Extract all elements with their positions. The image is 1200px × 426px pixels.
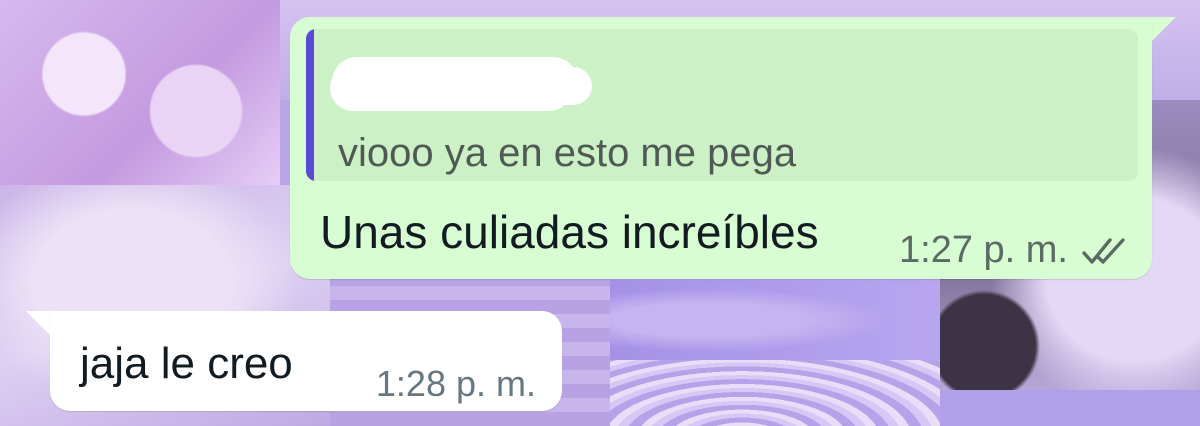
quote-accent-bar (306, 29, 314, 181)
incoming-message-time: 1:28 p. m. (375, 363, 536, 404)
wallpaper-tile (940, 390, 1200, 426)
outgoing-bubble-tail (1150, 17, 1176, 43)
quoted-message-text: viooo ya en esto me pega (338, 131, 797, 175)
outgoing-message-text: Unas culiadas increíbles (320, 206, 819, 258)
outgoing-message-meta: 1:27 p. m. (899, 229, 1128, 272)
outgoing-message-bubble[interactable]: viooo ya en esto me pega Unas culiadas i… (290, 17, 1152, 279)
quote-author-redacted (332, 57, 578, 107)
quoted-message[interactable]: viooo ya en esto me pega (306, 29, 1138, 181)
double-check-icon (1082, 237, 1125, 264)
outgoing-message-time: 1:27 p. m. (899, 229, 1068, 271)
wallpaper-tile (610, 360, 940, 426)
wallpaper-tile (0, 0, 280, 185)
wallpaper-tile (940, 280, 1050, 390)
incoming-message-bubble[interactable]: jaja le creo 1:28 p. m. (50, 311, 562, 411)
incoming-message-text: jaja le creo (80, 339, 293, 388)
wallpaper-tile (610, 280, 940, 360)
incoming-bubble-tail (26, 311, 52, 337)
